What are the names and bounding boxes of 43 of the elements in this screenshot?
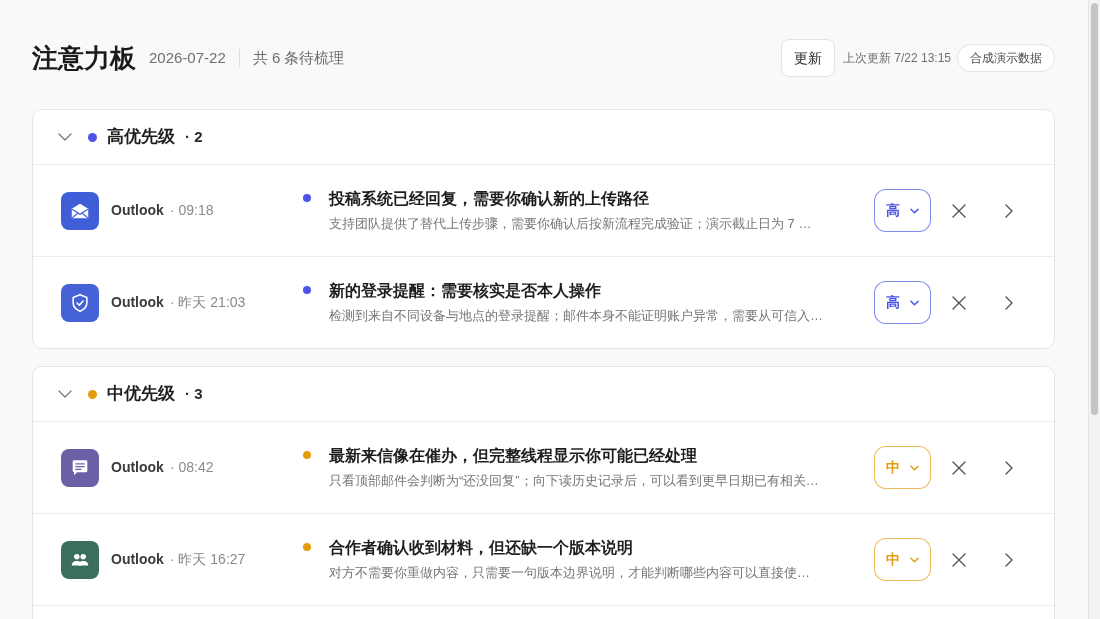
chevron-right-icon xyxy=(1005,295,1013,310)
priority-select[interactable]: 高 xyxy=(874,189,931,232)
item-summary: 支持团队提供了替代上传步骤，需要你确认后按新流程完成验证；演示截止日为 7 … xyxy=(329,215,813,233)
group-title: 中优先级 xyxy=(107,383,175,406)
last-updated-text: 上次更新 7/22 13:15 xyxy=(842,50,951,67)
source-label: Outlook xyxy=(111,201,164,220)
item-title: 合作者确认收到材料，但还缺一个版本说明 xyxy=(329,538,634,558)
message-time: · 昨天 21:03 xyxy=(169,293,246,312)
message-time: · 昨天 16:27 xyxy=(169,550,246,569)
close-icon xyxy=(952,203,966,218)
item-title: 最新来信像在催办，但完整线程显示你可能已经处理 xyxy=(329,446,698,466)
chevron-right-icon xyxy=(1005,203,1013,218)
item-title: 投稿系统已经回复，需要你确认新的上传路径 xyxy=(329,189,650,209)
priority-select[interactable]: 高 xyxy=(874,281,931,324)
pending-count: 共 6 条待梳理 xyxy=(252,47,345,68)
message-time: · 09:18 xyxy=(169,201,214,220)
source-label: Outlook xyxy=(111,550,164,569)
page-title: 注意力板 xyxy=(32,41,136,75)
chevron-right-icon xyxy=(1005,552,1013,567)
scrollbar-thumb[interactable] xyxy=(1091,3,1098,415)
chevron-down-icon xyxy=(58,390,72,398)
source-label: Outlook xyxy=(111,458,164,477)
item-summary: 检测到来自不同设备与地点的登录提醒；邮件本身不能证明账户异常，需要从可信入… xyxy=(329,307,824,325)
chevron-down-icon xyxy=(910,464,919,471)
item-title: 新的登录提醒：需要核实是否本人操作 xyxy=(329,281,602,301)
close-icon xyxy=(952,552,966,567)
group-title: 高优先级 xyxy=(107,126,175,149)
refresh-button[interactable]: 更新 xyxy=(780,39,835,77)
close-icon xyxy=(952,295,966,310)
chevron-down-icon xyxy=(910,556,919,563)
chevron-down-icon xyxy=(910,299,919,306)
page-date: 2026-07-22 xyxy=(149,47,226,68)
demo-data-tag: 合成演示数据 xyxy=(957,44,1055,72)
source-label: Outlook xyxy=(111,293,164,312)
group-count: · 3 xyxy=(185,383,203,404)
chevron-right-icon xyxy=(1005,460,1013,475)
group-count: · 2 xyxy=(185,126,203,147)
item-summary: 对方不需要你重做内容，只需要一句版本边界说明，才能判断哪些内容可以直接使… xyxy=(329,564,811,582)
chevron-down-icon xyxy=(910,207,919,214)
chevron-down-icon xyxy=(58,133,72,141)
item-summary: 只看顶部邮件会判断为“还没回复”；向下读历史记录后，可以看到更早日期已有相关… xyxy=(329,472,820,490)
close-icon xyxy=(952,460,966,475)
message-time: · 08:42 xyxy=(169,458,214,477)
